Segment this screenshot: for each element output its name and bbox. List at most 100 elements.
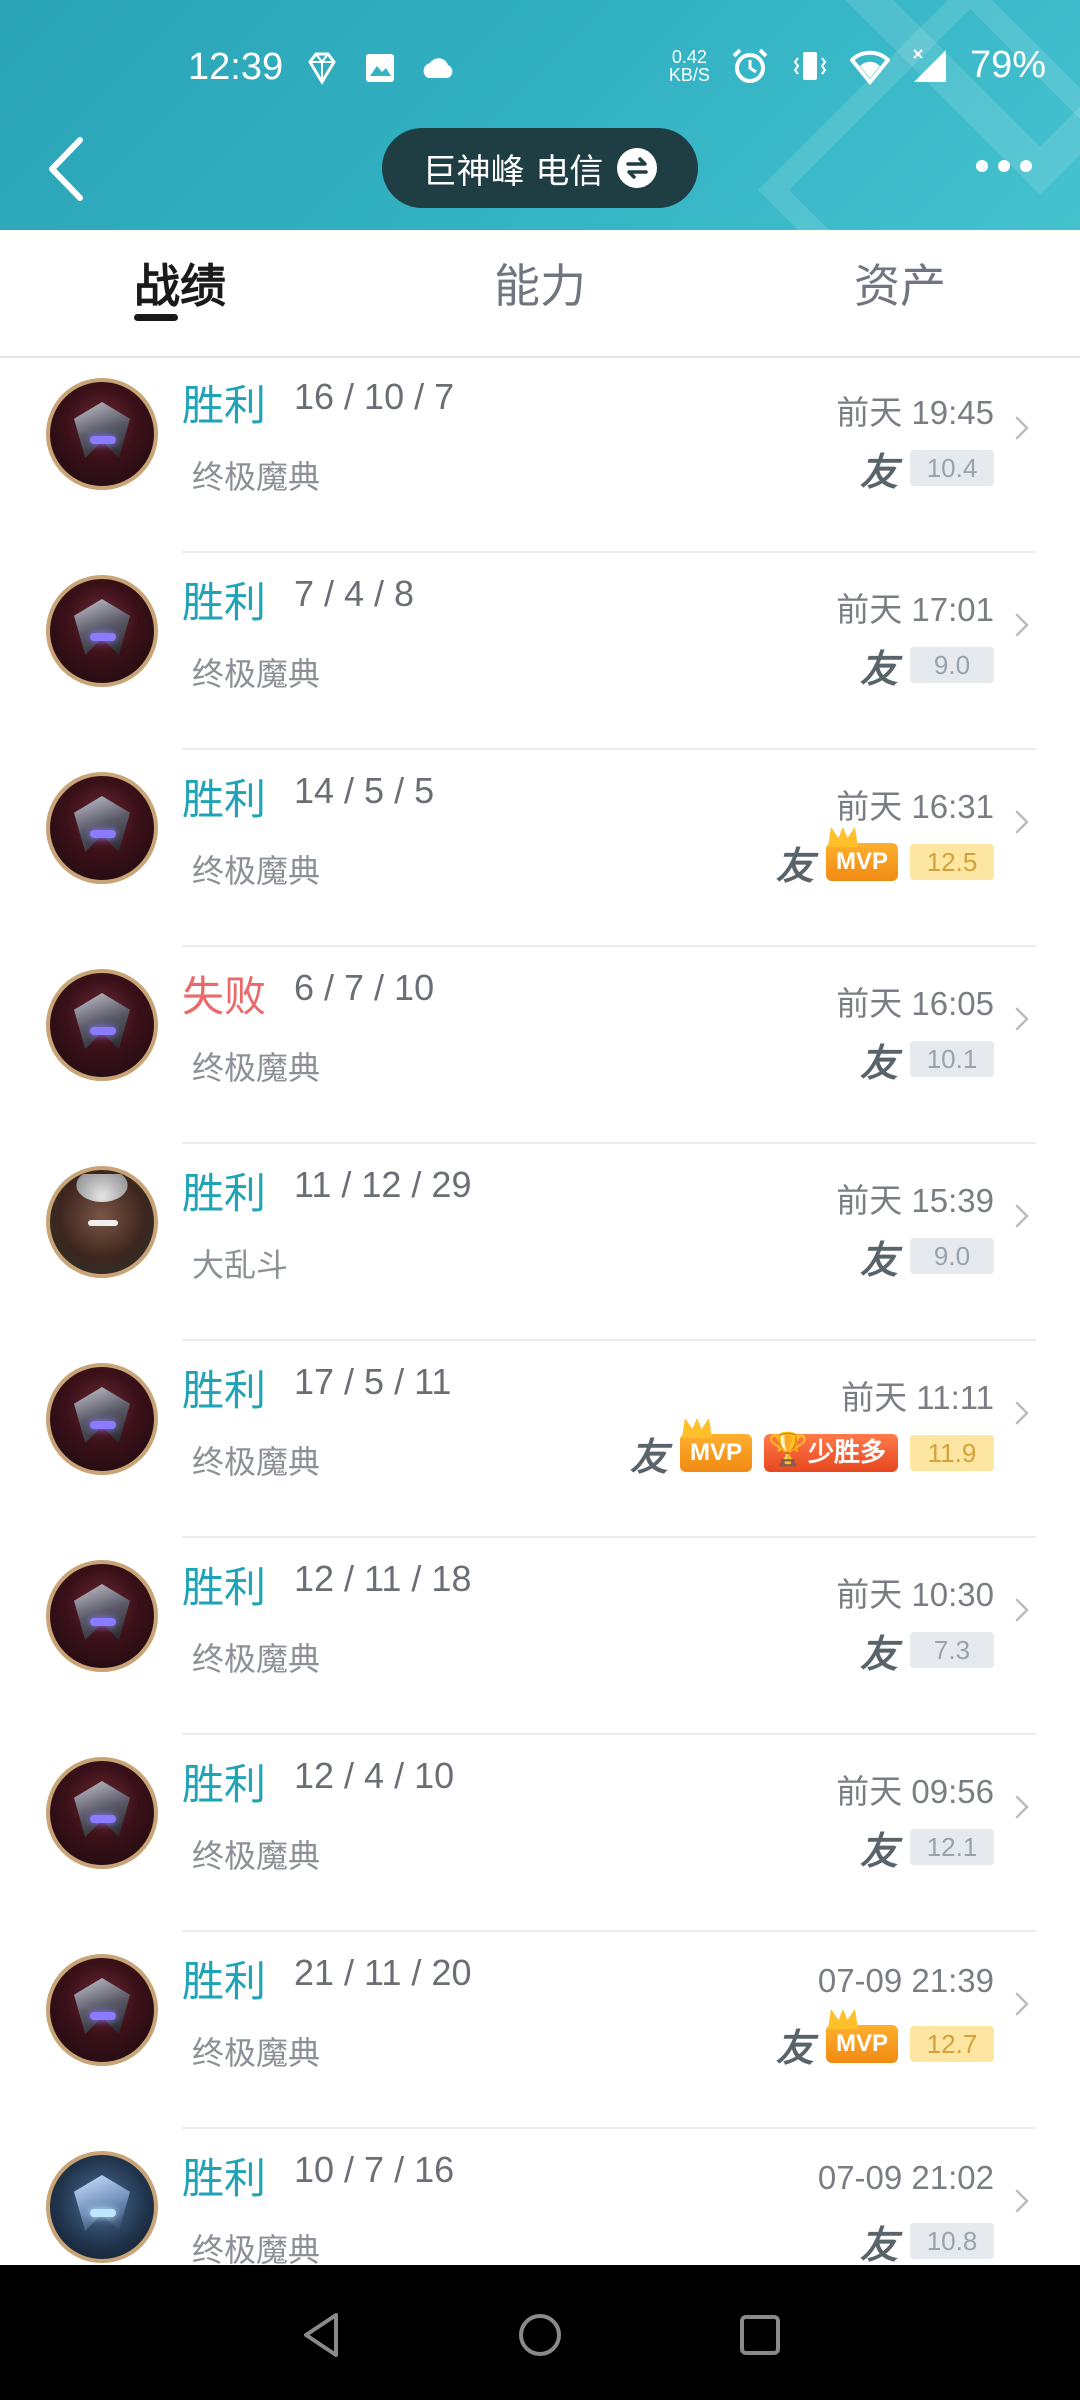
match-kda: 16 / 10 / 7 [294, 376, 455, 417]
match-mode: 终极魔典 [192, 1837, 321, 1875]
match-row[interactable]: 胜利 10 / 7 / 16 终极魔典 07-09 21:02 友 10.8 [0, 2129, 1080, 2265]
friend-badge: 友 [859, 449, 898, 494]
friend-badge: 友 [859, 646, 898, 691]
swap-icon [617, 148, 658, 188]
match-badges: 友 MVP 12.7 [776, 2022, 994, 2070]
match-kda: 12 / 4 / 10 [294, 1755, 455, 1796]
home-circle-icon[interactable] [510, 2305, 570, 2365]
match-score: 12.1 [910, 1829, 994, 1865]
match-time: 前天 15:39 [836, 1182, 994, 1219]
match-mode: 终极魔典 [192, 2231, 321, 2265]
friend-badge: 友 [629, 1434, 668, 1479]
champion-avatar [46, 575, 158, 687]
match-row[interactable]: 失败 6 / 7 / 10 终极魔典 前天 16:05 友 10.1 [0, 947, 1080, 1144]
match-score: 9.0 [910, 647, 994, 683]
match-result: 胜利 [182, 381, 267, 430]
match-row[interactable]: 胜利 12 / 11 / 18 终极魔典 前天 10:30 友 7.3 [0, 1538, 1080, 1735]
diamond-app-icon [308, 52, 336, 85]
status-bar: 12:39 0.42 KB/S 79% [0, 0, 1080, 140]
match-time: 07-09 21:39 [817, 1962, 994, 1999]
back-triangle-icon[interactable] [292, 2305, 352, 2365]
match-time: 前天 16:31 [836, 788, 994, 825]
match-row[interactable]: 胜利 21 / 11 / 20 终极魔典 07-09 21:39 友 MVP 12.7 [0, 1932, 1080, 2129]
more-dots-icon[interactable] [964, 146, 1044, 186]
match-list: 胜利 16 / 10 / 7 终极魔典 前天 19:45 友 10.4 胜利 7 / 4 / … [0, 360, 1080, 2265]
champion-avatar [46, 1363, 158, 1475]
match-score: 11.9 [910, 1435, 994, 1471]
match-mode: 大乱斗 [192, 1246, 289, 1284]
match-mode: 终极魔典 [192, 1443, 321, 1481]
tab-record[interactable]: 战绩 [80, 250, 280, 316]
match-row[interactable]: 胜利 11 / 12 / 29 大乱斗 前天 15:39 友 9.0 [0, 1144, 1080, 1341]
match-badges: 友 MVP 少胜多 11.9 [630, 1430, 994, 1479]
match-row[interactable]: 胜利 12 / 4 / 10 终极魔典 前天 09:56 友 12.1 [0, 1735, 1080, 1932]
tab-indicator [134, 314, 178, 321]
network-speed-value: 0.42 [671, 46, 707, 67]
back-chevron-icon[interactable] [40, 134, 100, 204]
match-result: 胜利 [182, 2154, 267, 2203]
tab-ability[interactable]: 能力 [440, 250, 640, 316]
match-result: 胜利 [182, 1366, 267, 1415]
match-kda: 14 / 5 / 5 [294, 770, 435, 811]
match-row[interactable]: 胜利 16 / 10 / 7 终极魔典 前天 19:45 友 10.4 [0, 360, 1080, 553]
image-icon [366, 54, 394, 82]
server-label: 巨神峰 电信 [422, 151, 604, 192]
match-row[interactable]: 胜利 7 / 4 / 8 终极魔典 前天 17:01 友 9.0 [0, 553, 1080, 750]
match-badges: 友 9.0 [860, 643, 994, 691]
signal-icon [913, 48, 946, 82]
alarm-icon [732, 48, 768, 83]
match-time: 前天 10:30 [836, 1576, 994, 1613]
server-switch-button[interactable]: 巨神峰 电信 [382, 128, 698, 208]
match-result: 胜利 [182, 578, 267, 627]
champion-avatar [46, 378, 158, 490]
match-mode: 终极魔典 [192, 1640, 321, 1678]
friend-badge: 友 [859, 1631, 898, 1676]
match-score: 9.0 [910, 1238, 994, 1274]
champion-avatar [46, 1560, 158, 1672]
match-mode: 终极魔典 [192, 2034, 321, 2072]
match-kda: 11 / 12 / 29 [294, 1164, 472, 1205]
status-time: 12:39 [188, 46, 284, 88]
vibrate-icon [793, 51, 827, 80]
match-score: 12.7 [910, 2026, 994, 2062]
match-result: 胜利 [182, 1957, 267, 2006]
battery-level: 79% [969, 44, 1046, 86]
match-kda: 21 / 11 / 20 [294, 1952, 472, 1993]
network-speed-unit: KB/S [668, 64, 710, 85]
chevron-right-icon [1015, 1204, 1029, 1228]
champion-avatar [46, 969, 158, 1081]
match-row[interactable]: 胜利 17 / 5 / 11 终极魔典 前天 11:11 友 MVP 少胜多 11.9 [0, 1341, 1080, 1538]
match-badges: 友 9.0 [860, 1234, 994, 1282]
few-wins-badge: 少胜多 [763, 1430, 898, 1472]
champion-avatar [46, 772, 158, 884]
match-kda: 7 / 4 / 8 [294, 573, 415, 614]
tab-assets[interactable]: 资产 [800, 250, 1000, 316]
match-time: 前天 16:05 [836, 985, 994, 1022]
match-mode: 终极魔典 [192, 1049, 321, 1087]
match-time: 07-09 21:02 [817, 2159, 994, 2196]
chevron-right-icon [1015, 2189, 1029, 2213]
match-result: 胜利 [182, 1169, 267, 1218]
mvp-badge: MVP [825, 2025, 898, 2063]
match-badges: 友 12.1 [860, 1825, 994, 1873]
friend-badge: 友 [775, 2025, 814, 2070]
match-kda: 12 / 11 / 18 [294, 1558, 472, 1599]
match-result: 胜利 [182, 1563, 267, 1612]
match-result: 失败 [182, 972, 267, 1021]
friend-badge: 友 [859, 1040, 898, 1085]
match-badges: 友 10.4 [860, 446, 994, 494]
match-badges: 友 10.1 [860, 1037, 994, 1085]
friend-badge: 友 [775, 843, 814, 888]
system-nav-bar [0, 2265, 1080, 2400]
match-result: 胜利 [182, 1760, 267, 1809]
match-row[interactable]: 胜利 14 / 5 / 5 终极魔典 前天 16:31 友 MVP 12.5 [0, 750, 1080, 947]
recent-square-icon[interactable] [730, 2305, 790, 2365]
chevron-right-icon [1015, 1401, 1029, 1425]
champion-avatar [46, 1757, 158, 1869]
network-speed: 0.42 KB/S [669, 48, 710, 84]
chevron-right-icon [1015, 1992, 1029, 2016]
champion-avatar [46, 1166, 158, 1278]
match-kda: 17 / 5 / 11 [294, 1361, 452, 1402]
cloud-icon [423, 58, 453, 78]
wifi-icon [849, 50, 890, 85]
